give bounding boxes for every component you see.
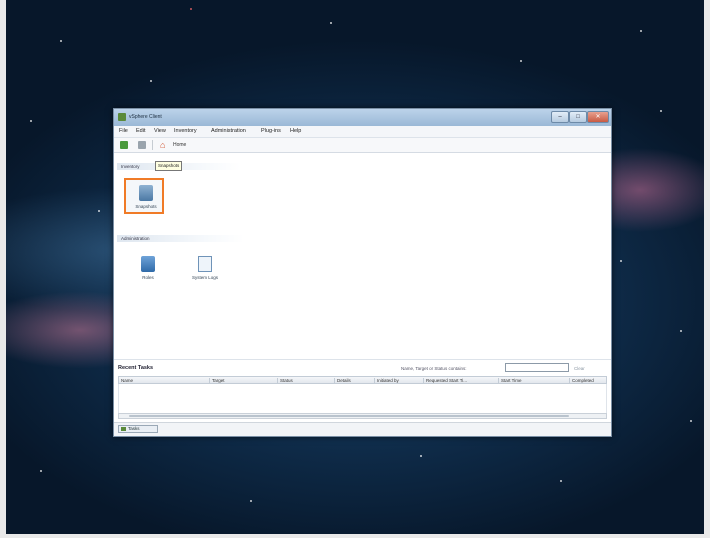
maximize-button[interactable]: □ xyxy=(569,111,587,123)
window-title: vSphere Client xyxy=(129,114,162,120)
home-label[interactable]: Home xyxy=(173,142,186,148)
recent-tasks-title: Recent Tasks xyxy=(118,365,154,371)
tasks-filter-input[interactable] xyxy=(505,363,569,372)
scrollbar-thumb[interactable] xyxy=(129,415,569,417)
roles-label: Roles xyxy=(142,275,154,280)
forward-icon[interactable] xyxy=(138,141,146,149)
title-bar[interactable]: vSphere Client – □ ✕ xyxy=(114,109,611,126)
tasks-tab-label: Tasks xyxy=(128,426,140,431)
roles-launcher[interactable]: Roles xyxy=(128,251,168,287)
tasks-grid-header: Name Target Status Details Initiated by … xyxy=(118,376,607,384)
minimize-button[interactable]: – xyxy=(551,111,569,123)
close-button[interactable]: ✕ xyxy=(587,111,609,123)
system-logs-label: System Logs xyxy=(191,275,218,280)
menu-help[interactable]: Help xyxy=(290,128,301,134)
snapshots-icon xyxy=(139,185,153,201)
tasks-tab[interactable]: Tasks xyxy=(118,425,158,433)
recent-tasks-bar: Recent Tasks Name, Target or Status cont… xyxy=(114,359,611,377)
status-bar: Tasks xyxy=(114,422,611,436)
menu-file[interactable]: File xyxy=(119,128,128,134)
menu-plugins[interactable]: Plug-ins xyxy=(261,128,281,134)
menu-bar: File Edit View Inventory Administration … xyxy=(114,126,611,138)
clear-button[interactable]: Clear xyxy=(574,366,585,371)
toolbar-separator xyxy=(152,140,153,150)
home-icon[interactable]: ⌂ xyxy=(160,140,170,150)
tasks-grid-body[interactable] xyxy=(118,384,607,413)
snapshots-tooltip: Snapshots xyxy=(155,161,183,171)
menu-edit[interactable]: Edit xyxy=(136,128,145,134)
vsphere-client-window: vSphere Client – □ ✕ File Edit View Inve… xyxy=(113,108,612,437)
snapshots-launcher[interactable]: Snapshots xyxy=(124,178,164,214)
roles-icon xyxy=(141,256,155,272)
horizontal-scrollbar[interactable] xyxy=(118,413,607,419)
administration-section-label: Administration xyxy=(121,236,150,241)
snapshots-label: Snapshots xyxy=(135,204,157,209)
system-logs-launcher[interactable]: System Logs xyxy=(185,251,225,287)
app-icon xyxy=(118,113,126,121)
filter-label: Name, Target or Status contains: xyxy=(401,366,467,371)
menu-inventory[interactable]: Inventory xyxy=(174,128,197,134)
tasks-icon xyxy=(121,427,126,431)
system-logs-icon xyxy=(198,256,212,272)
menu-administration[interactable]: Administration xyxy=(211,128,246,134)
inventory-section-label: Inventory xyxy=(121,164,140,169)
toolbar: ⌂ Home xyxy=(114,138,611,153)
menu-view[interactable]: View xyxy=(154,128,166,134)
back-icon[interactable] xyxy=(120,141,128,149)
administration-section-header: Administration xyxy=(117,235,244,242)
